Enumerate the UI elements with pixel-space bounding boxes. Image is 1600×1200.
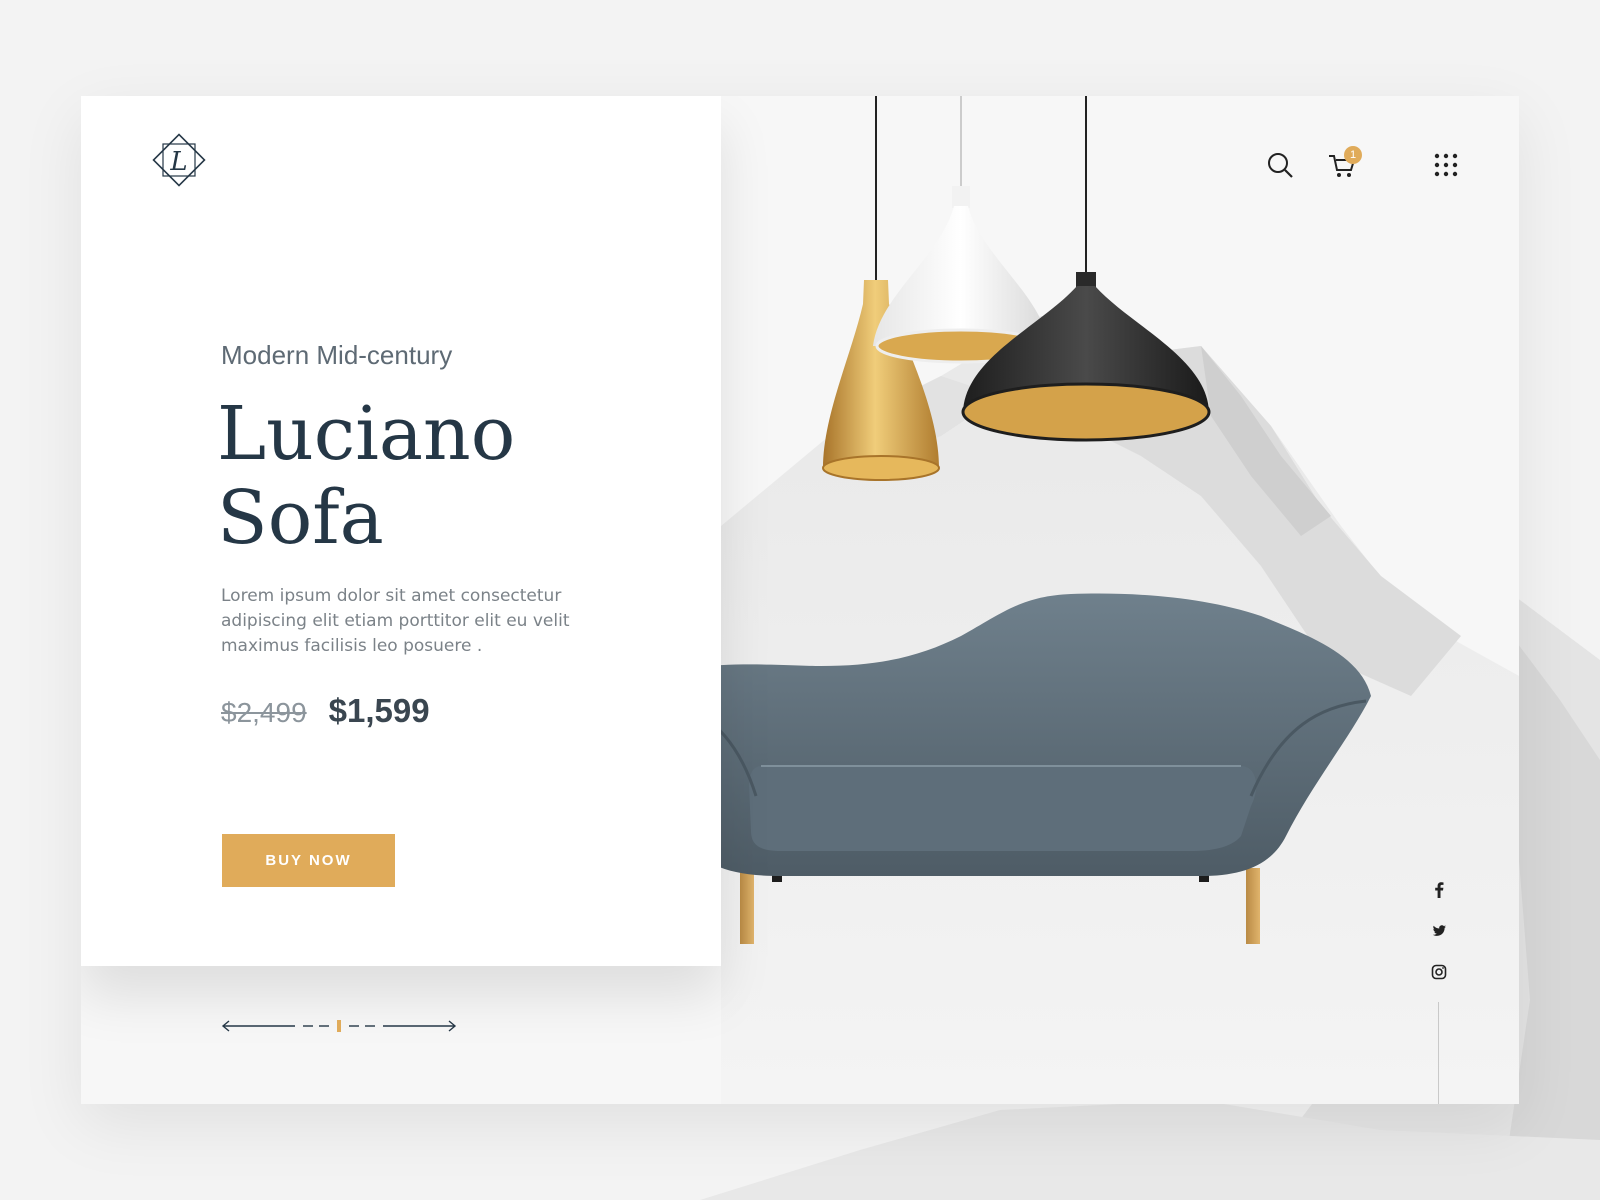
slide-active-indicator[interactable]	[337, 1020, 341, 1032]
grid-menu-icon[interactable]	[1429, 148, 1463, 182]
slider-navigation[interactable]	[221, 1018, 457, 1034]
facebook-icon[interactable]	[1426, 877, 1452, 903]
cart-count-badge: 1	[1344, 146, 1362, 164]
product-subtitle: Modern Mid-century	[221, 340, 453, 370]
price-row: $2,499 $1,599	[221, 692, 430, 730]
hero-card: L Modern Mid-century Luciano Sofa Lorem …	[81, 96, 1519, 1104]
next-arrow-icon[interactable]	[383, 1020, 457, 1032]
title-line-1: Luciano	[217, 391, 516, 477]
search-icon[interactable]	[1263, 148, 1297, 182]
prev-arrow-icon[interactable]	[221, 1020, 295, 1032]
social-divider-line	[1438, 1002, 1439, 1104]
title-line-2: Sofa	[217, 475, 384, 561]
product-description: Lorem ipsum dolor sit amet consectetur a…	[221, 586, 570, 656]
twitter-icon[interactable]	[1426, 918, 1452, 944]
new-price: $1,599	[328, 692, 430, 729]
brand-logo-icon[interactable]: L	[149, 130, 209, 190]
instagram-icon[interactable]	[1426, 959, 1452, 985]
product-title: Luciano Sofa	[217, 392, 515, 560]
logo-letter: L	[169, 147, 187, 177]
buy-now-button[interactable]: BUY NOW	[222, 834, 395, 887]
old-price: $2,499	[221, 697, 307, 728]
